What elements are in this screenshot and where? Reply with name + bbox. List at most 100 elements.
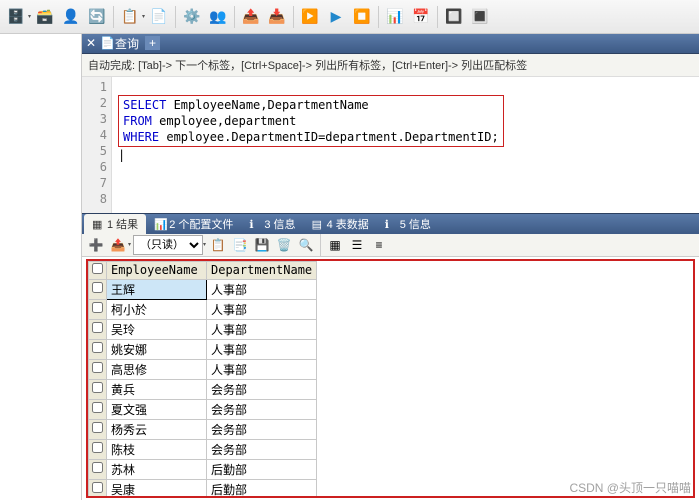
tab-new-icon[interactable]: + [145,36,160,50]
tab-info2[interactable]: ℹ5 信息 [377,214,439,234]
cell[interactable]: 后勤部 [207,479,317,498]
cell[interactable]: 会务部 [207,399,317,419]
row-checkbox[interactable] [89,299,107,319]
editor[interactable]: 12345678 SELECT EmployeeName,DepartmentN… [82,77,699,213]
row-checkbox[interactable] [89,339,107,359]
db-new-icon[interactable]: 🗄️ [4,5,28,29]
sql-editor[interactable]: SELECT EmployeeName,DepartmentName FROM … [112,77,699,213]
separator [378,6,379,28]
col-header[interactable]: DepartmentName [207,261,317,279]
tab-profile[interactable]: 📊2 个配置文件 [146,214,241,234]
db-user-icon[interactable]: 👤 [59,5,83,29]
filter-icon[interactable]: 🔍 [296,235,316,255]
table-row[interactable]: 姚安娜人事部 [89,339,317,359]
sql-selection: SELECT EmployeeName,DepartmentName FROM … [118,95,504,147]
cell[interactable]: 人事部 [207,339,317,359]
cell[interactable]: 人事部 [207,279,317,299]
copy-icon[interactable]: 📋 [208,235,228,255]
row-checkbox[interactable] [89,419,107,439]
separator [234,6,235,28]
cell[interactable]: 会务部 [207,419,317,439]
query-title: 查询 [115,35,139,52]
cell[interactable]: 后勤部 [207,459,317,479]
table-row[interactable]: 王辉人事部 [89,279,317,299]
checkbox-header[interactable] [89,261,107,279]
table-row[interactable]: 黄兵会务部 [89,379,317,399]
table-row[interactable]: 夏文强会务部 [89,399,317,419]
row-checkbox[interactable] [89,439,107,459]
view-text-icon[interactable]: ≡ [369,235,389,255]
separator [320,234,321,256]
table-icon[interactable]: 📋 [118,5,142,29]
table-row[interactable]: 吴康后勤部 [89,479,317,498]
play-icon[interactable]: ▶️ [298,5,322,29]
row-checkbox[interactable] [89,399,107,419]
cell[interactable]: 人事部 [207,319,317,339]
cell[interactable]: 柯小於 [107,299,207,319]
func-icon[interactable]: ⚙️ [180,5,204,29]
cell[interactable]: 人事部 [207,359,317,379]
table-icon: ▤ [312,218,324,230]
mode-select[interactable]: （只读） [133,235,203,255]
tab-tabledata[interactable]: ▤4 表数据 [304,214,377,234]
row-checkbox[interactable] [89,279,107,299]
dropdown-icon[interactable]: ▾ [142,13,145,20]
stop-icon[interactable]: ⏹️ [350,5,374,29]
db-refresh-icon[interactable]: 🔄 [85,5,109,29]
export-icon[interactable]: 📤 [108,235,128,255]
dup-icon[interactable]: 📑 [230,235,250,255]
cell[interactable]: 会务部 [207,379,317,399]
results-grid: EmployeeName DepartmentName 王辉人事部柯小於人事部吴… [88,261,317,498]
table-row[interactable]: 苏林后勤部 [89,459,317,479]
delete-icon[interactable]: 🗑️ [274,235,294,255]
calendar-icon[interactable]: 📅 [409,5,433,29]
cell[interactable]: 人事部 [207,299,317,319]
view-grid-icon[interactable]: ▦ [325,235,345,255]
table-row[interactable]: 柯小於人事部 [89,299,317,319]
cell[interactable]: 陈枝 [107,439,207,459]
col-header[interactable]: EmployeeName [107,261,207,279]
cell[interactable]: 高思修 [107,359,207,379]
cell[interactable]: 吴玲 [107,319,207,339]
dropdown-icon[interactable]: ▾ [128,241,131,248]
row-checkbox[interactable] [89,319,107,339]
table-row[interactable]: 杨秀云会务部 [89,419,317,439]
play-sel-icon[interactable]: ▶ [324,5,348,29]
import-icon[interactable]: 📥 [265,5,289,29]
table-row[interactable]: 吴玲人事部 [89,319,317,339]
cell[interactable]: 姚安娜 [107,339,207,359]
db-open-icon[interactable]: 🗃️ [33,5,57,29]
separator [175,6,176,28]
cell[interactable]: 杨秀云 [107,419,207,439]
grid-b-icon[interactable]: 🔳 [468,5,492,29]
cell[interactable]: 吴康 [107,479,207,498]
struct-icon[interactable]: 📊 [383,5,407,29]
tab-info1[interactable]: ℹ3 信息 [241,214,303,234]
cell[interactable]: 王辉 [107,279,207,299]
cell[interactable]: 黄兵 [107,379,207,399]
save-icon[interactable]: 💾 [252,235,272,255]
row-checkbox[interactable] [89,459,107,479]
main-toolbar: 🗄️▾ 🗃️ 👤 🔄 📋▾ 📄 ⚙️ 👥 📤 📥 ▶️ ▶ ⏹️ 📊 📅 🔲 🔳 [0,0,699,34]
table-row[interactable]: 陈枝会务部 [89,439,317,459]
row-checkbox[interactable] [89,479,107,498]
table-row[interactable]: 高思修人事部 [89,359,317,379]
separator [293,6,294,28]
row-checkbox[interactable] [89,379,107,399]
view-form-icon[interactable]: ☰ [347,235,367,255]
close-icon[interactable]: ✕ [86,36,96,50]
row-checkbox[interactable] [89,359,107,379]
view-icon[interactable]: 📄 [147,5,171,29]
cell[interactable]: 会务部 [207,439,317,459]
cell[interactable]: 苏林 [107,459,207,479]
user-icon[interactable]: 👥 [206,5,230,29]
grid-a-icon[interactable]: 🔲 [442,5,466,29]
grid-icon: ▦ [92,218,104,230]
export-icon[interactable]: 📤 [239,5,263,29]
tab-results[interactable]: ▦1 结果 [84,214,146,234]
dropdown-icon[interactable]: ▾ [203,241,206,248]
add-row-icon[interactable]: ➕ [86,235,106,255]
cell[interactable]: 夏文强 [107,399,207,419]
info-icon: ℹ [385,218,397,230]
dropdown-icon[interactable]: ▾ [28,13,31,20]
